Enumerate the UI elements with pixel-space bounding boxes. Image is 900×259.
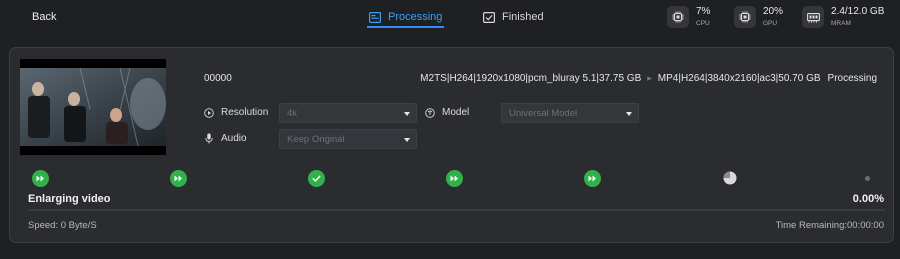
resolution-label: Resolution: [221, 107, 269, 118]
memory-stat: 2.4/12.0 GB MRAM: [802, 6, 884, 28]
fast-forward-icon: [36, 175, 44, 182]
tab-processing-label: Processing: [388, 11, 443, 23]
memory-icon: [802, 6, 824, 28]
cpu-value: 7%: [696, 6, 711, 17]
tab-finished-label: Finished: [502, 11, 544, 23]
gpu-value: 20%: [763, 6, 784, 17]
finished-icon: [483, 11, 495, 23]
target-format: MP4|H264|3840x2160|ac3|50.70 GB: [657, 73, 821, 84]
gpu-label: GPU: [763, 20, 778, 27]
time-remaining-text: Time Remaining:00:00:00: [775, 220, 884, 231]
format-line: M2TS|H264|1920x1080|pcm_bluray 5.1|37.75…: [420, 73, 877, 84]
fast-forward-icon: [450, 175, 458, 182]
memory-label: MRAM: [831, 20, 851, 27]
step-fast-forward-2: [170, 170, 187, 187]
resolution-select[interactable]: 4k: [279, 103, 417, 123]
gpu-chip-icon: [734, 6, 756, 28]
tab-finished[interactable]: Finished: [483, 11, 544, 23]
fast-forward-icon: [174, 175, 182, 182]
step-complete: [308, 170, 325, 187]
step-fast-forward-1: [32, 170, 49, 187]
source-format: M2TS|H264|1920x1080|pcm_bluray 5.1|37.75…: [420, 73, 642, 84]
arrow-right-icon: ▸: [647, 73, 652, 83]
checkmark-icon: [312, 175, 321, 182]
progress-bar: [28, 209, 885, 211]
tab-processing[interactable]: Processing: [366, 11, 445, 28]
file-name: 00000: [204, 73, 232, 84]
cpu-chip-icon: [667, 6, 689, 28]
chevron-down-icon: [404, 112, 410, 116]
step-loading-spinner: [723, 171, 737, 185]
model-select[interactable]: Universal Model: [501, 103, 639, 123]
progress-percent: 0.00%: [852, 193, 884, 205]
audio-label: Audio: [221, 133, 247, 144]
model-label: Model: [442, 107, 470, 118]
step-fast-forward-4: [584, 170, 601, 187]
audio-value: Keep Original: [287, 134, 345, 145]
processing-icon: [369, 11, 381, 23]
gpu-stat: 20% GPU: [734, 6, 783, 28]
model-option: Model: [425, 107, 469, 118]
audio-option: Audio: [204, 133, 247, 144]
resolution-option: Resolution: [204, 107, 268, 118]
resolution-value: 4k: [287, 108, 298, 119]
step-pending-dot: [865, 176, 870, 181]
task-card: 00000 M2TS|H264|1920x1080|pcm_bluray 5.1…: [9, 47, 894, 243]
fast-forward-icon: [588, 175, 596, 182]
stage-label: Enlarging video: [28, 193, 111, 205]
audio-select[interactable]: Keep Original: [279, 129, 417, 149]
memory-value: 2.4/12.0 GB: [831, 6, 885, 17]
status-text: Processing: [827, 73, 877, 84]
model-icon: [425, 107, 435, 118]
model-value: Universal Model: [509, 108, 578, 119]
chevron-down-icon: [404, 138, 410, 142]
step-fast-forward-3: [446, 170, 463, 187]
cpu-label: CPU: [696, 20, 710, 27]
back-button[interactable]: Back: [32, 11, 56, 23]
play-circle-icon: [204, 107, 214, 118]
spinner-icon: [723, 171, 737, 185]
top-bar: Back Processing Finished 7% CPU 20% GPU …: [0, 0, 900, 40]
video-thumbnail[interactable]: [20, 59, 166, 155]
cpu-stat: 7% CPU: [667, 6, 710, 28]
microphone-icon: [205, 133, 213, 144]
chevron-down-icon: [626, 112, 632, 116]
speed-text: Speed: 0 Byte/S: [28, 220, 97, 231]
